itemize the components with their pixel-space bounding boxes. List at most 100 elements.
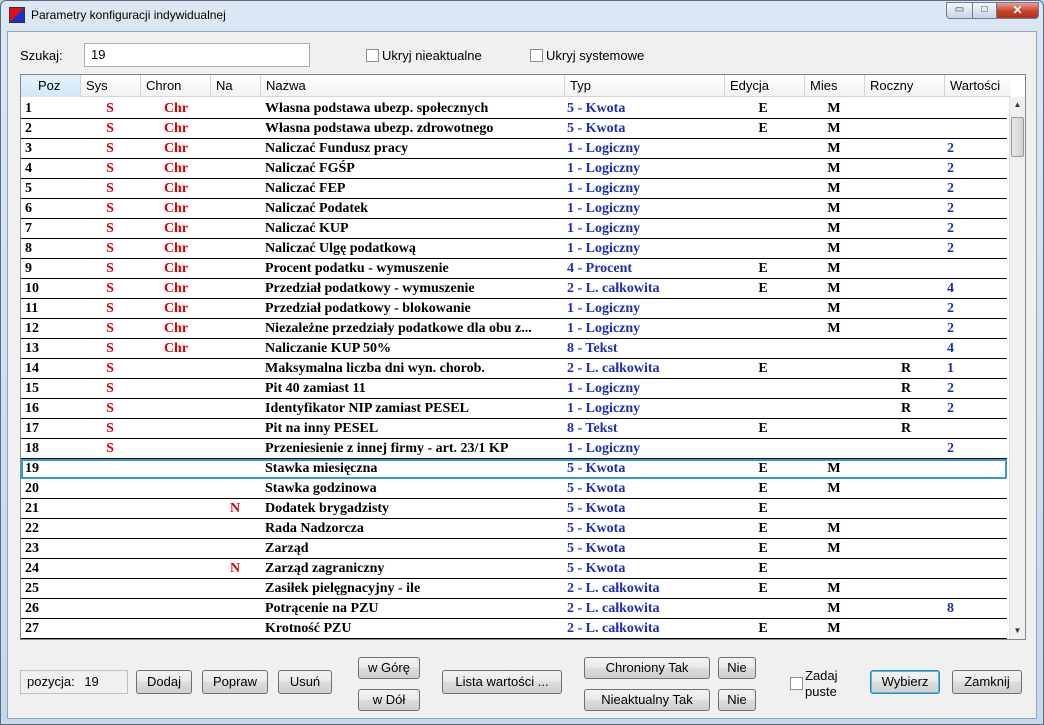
close-window-button[interactable]: ✕ [996,2,1039,19]
table-row[interactable]: 27 Krotność PZU 2 - L. całkowita E M [21,619,1007,639]
cell-edycja: E [758,281,768,296]
cell-na [211,160,259,178]
column-header-wartosci[interactable]: Wartości [945,75,1011,97]
table-row[interactable]: 21 N Dodatek brygadzisty 5 - Kwota E [21,499,1007,519]
column-header-poz[interactable]: Poz [21,75,81,97]
cell-sys [81,480,139,498]
cell-roczny [867,300,945,318]
table-row[interactable]: 9 S Chr Procent podatku - wymuszenie 4 - Pro… [21,259,1007,279]
inactive-no-button[interactable]: Nie [718,689,756,711]
table-row[interactable]: 17 S Pit na inny PESEL 8 - Tekst E R [21,419,1007,439]
cell-wartosci: 8 [947,601,954,616]
select-button[interactable]: Wybierz [870,670,940,694]
cell-poz: 7 [25,221,32,236]
cell-roczny [867,340,945,358]
cell-roczny [867,160,945,178]
table-row[interactable]: 8 S Chr Naliczać Ulgę podatkową 1 - Logiczny… [21,239,1007,259]
column-header-mies[interactable]: Mies [805,75,865,97]
protected-no-button[interactable]: Nie [718,657,756,679]
cell-chron: Chr [163,201,189,216]
cell-typ: 5 - Kwota [567,121,626,136]
cell-sys: S [106,401,114,416]
ask-empty-checkbox[interactable] [790,677,803,690]
cell-edycja: E [758,361,768,376]
cell-sys [81,560,139,578]
cell-mies [801,340,867,358]
table-row[interactable]: 4 S Chr Naliczać FGŚP 1 - Logiczny M 2 [21,159,1007,179]
cell-edycja: E [758,421,768,436]
hide-system-checkbox[interactable] [530,49,543,62]
table-row[interactable]: 23 Zarząd 5 - Kwota E M [21,539,1007,559]
move-down-button[interactable]: w Dół [358,689,420,711]
cell-typ: 5 - Kwota [567,501,626,516]
table-row[interactable]: 1 S Chr Własna podstawa ubezp. społecznych 5… [21,99,1007,119]
cell-typ: 2 - L. całkowita [567,281,660,296]
cell-sys [81,600,139,618]
column-header-chron[interactable]: Chron [141,75,211,97]
cell-sys: S [106,181,114,196]
inactive-yes-button[interactable]: Nieaktualny Tak [584,689,710,711]
column-header-roczny[interactable]: Roczny [865,75,945,97]
table-row[interactable]: 18 S Przeniesienie z innej firmy - art. 23… [21,439,1007,459]
cell-nazwa: Zarząd [265,541,309,556]
delete-button[interactable]: Usuń [278,670,332,694]
close-button[interactable]: Zamknij [952,670,1022,694]
table-row[interactable]: 25 Zasiłek pielęgnacyjny - ile 2 - L. całk… [21,579,1007,599]
table-row[interactable]: 7 S Chr Naliczać KUP 1 - Logiczny M 2 [21,219,1007,239]
table-row[interactable]: 13 S Chr Naliczanie KUP 50% 8 - Tekst 4 [21,339,1007,359]
cell-roczny [867,260,945,278]
column-header-na[interactable]: Na [211,75,261,97]
cell-edycja [727,300,799,318]
table-row[interactable]: 26 Potrącenie na PZU 2 - L. całkowita M 8 [21,599,1007,619]
hide-inactive-checkbox[interactable] [366,49,379,62]
maximize-button[interactable]: □ [972,2,997,19]
cell-chron: Chr [163,321,189,336]
cell-na [211,100,259,118]
grid-scrollbar[interactable]: ▲ ▼ [1009,97,1025,639]
table-row[interactable]: 24 N Zarząd zagraniczny 5 - Kwota E [21,559,1007,579]
table-row[interactable]: 3 S Chr Naliczać Fundusz pracy 1 - Logiczny M… [21,139,1007,159]
table-row[interactable]: 19 Stawka miesięczna 5 - Kwota E M [21,459,1007,479]
table-row[interactable]: 22 Rada Nadzorcza 5 - Kwota E M [21,519,1007,539]
table-row[interactable]: 11 S Chr Przedział podatkowy - blokowanie 1 … [21,299,1007,319]
table-row[interactable]: 5 S Chr Naliczać FEP 1 - Logiczny M 2 [21,179,1007,199]
column-header-typ[interactable]: Typ [565,75,725,97]
table-row[interactable]: 16 S Identyfikator NIP zamiast PESEL 1 - Lo… [21,399,1007,419]
search-label: Szukaj: [20,48,63,63]
scroll-down-icon[interactable]: ▼ [1010,623,1025,639]
table-row[interactable]: 6 S Chr Naliczać Podatek 1 - Logiczny M 2 [21,199,1007,219]
table-row[interactable]: 14 S Maksymalna liczba dni wyn. chorob. 2 -… [21,359,1007,379]
column-header-sys[interactable]: Sys [81,75,141,97]
search-input[interactable]: 19 [84,43,310,67]
table-row[interactable]: 15 S Pit 40 zamiast 11 1 - Logiczny R 2 [21,379,1007,399]
scroll-up-icon[interactable]: ▲ [1010,97,1025,113]
move-up-button[interactable]: w Górę [358,657,420,679]
table-row[interactable]: 2 S Chr Własna podstawa ubezp. zdrowotnego 5… [21,119,1007,139]
cell-na [211,240,259,258]
minimize-button[interactable]: ▭ [946,2,973,19]
column-header-edycja[interactable]: Edycja [725,75,805,97]
value-list-button[interactable]: Lista wartości ... [442,670,562,694]
protected-yes-button[interactable]: Chroniony Tak [584,657,710,679]
cell-na [211,140,259,158]
cell-edycja: E [758,121,768,136]
table-row[interactable]: 12 S Chr Niezależne przedziały podatkowe dl… [21,319,1007,339]
cell-roczny [867,140,945,158]
cell-typ: 2 - L. całkowita [567,601,660,616]
title-bar[interactable]: Parametry konfiguracji indywidualnej ▭ □… [1,1,1043,31]
cell-nazwa: Rada Nadzorcza [265,521,364,536]
edit-button[interactable]: Popraw [202,670,268,694]
cell-mies: M [827,541,841,556]
table-row[interactable]: 20 Stawka godzinowa 5 - Kwota E M [21,479,1007,499]
cell-sys: S [106,321,114,336]
cell-typ: 1 - Logiczny [567,141,641,156]
cell-wartosci [947,560,997,578]
column-header-nazwa[interactable]: Nazwa [261,75,565,97]
scroll-thumb[interactable] [1011,117,1024,157]
table-row[interactable]: 10 S Chr Przedział podatkowy - wymuszenie 2 … [21,279,1007,299]
cell-chron [141,580,211,598]
cell-nazwa: Maksymalna liczba dni wyn. chorob. [265,361,485,376]
cell-sys: S [106,221,114,236]
cell-typ: 1 - Logiczny [567,381,641,396]
add-button[interactable]: Dodaj [136,670,192,694]
